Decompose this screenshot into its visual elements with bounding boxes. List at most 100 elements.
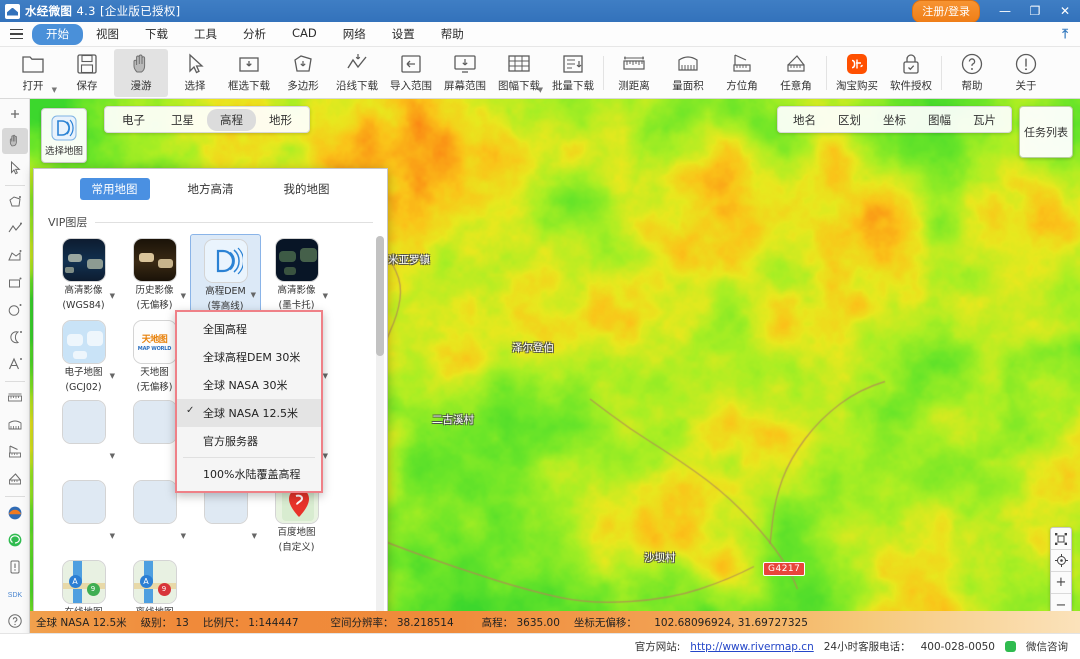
minimize-button[interactable]: — bbox=[990, 0, 1020, 22]
task-list-button[interactable]: 任务列表 bbox=[1019, 106, 1073, 158]
map-layer-tab-地形[interactable]: 地形 bbox=[256, 109, 305, 131]
menu-item-6[interactable]: 网络 bbox=[330, 24, 379, 45]
chevron-down-icon[interactable]: ▼ bbox=[538, 86, 543, 94]
ribbon-button-多边形[interactable]: 多边形 bbox=[276, 49, 330, 97]
ribbon-button-图幅下载[interactable]: 图幅下载 ▼ bbox=[492, 49, 546, 97]
ribbon-button-量面积[interactable]: 量面积 bbox=[661, 49, 715, 97]
left-tool-circle-shape-icon[interactable] bbox=[2, 297, 28, 323]
ribbon-button-任意角[interactable]: 任意角 bbox=[769, 49, 823, 97]
map-annotation-tab-地名[interactable]: 地名 bbox=[782, 109, 827, 131]
ribbon-button-淘宝购买[interactable]: 淘宝购买 bbox=[830, 49, 884, 97]
chevron-down-icon[interactable]: ▼ bbox=[110, 452, 115, 460]
chevron-down-icon[interactable]: ▼ bbox=[110, 532, 115, 540]
hamburger-icon[interactable] bbox=[0, 28, 32, 40]
ribbon-button-批量下载[interactable]: 批量下载 bbox=[546, 49, 600, 97]
left-tool-measure-area-icon[interactable] bbox=[2, 412, 28, 438]
ribbon-button-帮助[interactable]: 帮助 bbox=[945, 49, 999, 97]
layer-tile-hidden-layer-icon[interactable]: ▼ bbox=[48, 396, 119, 476]
panel-scrollbar[interactable] bbox=[376, 236, 384, 656]
chevron-down-icon[interactable]: ▼ bbox=[323, 372, 328, 380]
layer-tile-hidden-layer-icon[interactable]: ▼ bbox=[48, 476, 119, 556]
maximize-button[interactable]: ❐ bbox=[1020, 0, 1050, 22]
map-layer-tab-高程[interactable]: 高程 bbox=[207, 108, 256, 131]
menu-item-1[interactable]: 视图 bbox=[83, 24, 132, 45]
panel-scrollbar-thumb[interactable] bbox=[376, 236, 384, 356]
layer-tile-高清影像[interactable]: 高清影像 (WGS84) ▼ bbox=[48, 234, 119, 316]
left-tool-any-angle-icon[interactable] bbox=[2, 466, 28, 492]
ribbon-button-打开[interactable]: 打开 ▼ bbox=[6, 49, 60, 97]
chevron-down-icon[interactable]: ▼ bbox=[181, 532, 186, 540]
login-register-button[interactable]: 注册/登录 bbox=[912, 0, 980, 23]
left-tool-polyline-shape-icon[interactable] bbox=[2, 216, 28, 242]
chevron-down-icon[interactable]: ▼ bbox=[252, 532, 257, 540]
left-tool-text-label-icon[interactable] bbox=[2, 351, 28, 377]
dropdown-item-1[interactable]: 全球高程DEM 30米 bbox=[177, 343, 321, 371]
menu-item-4[interactable]: 分析 bbox=[230, 24, 279, 45]
chevron-down-icon[interactable]: ▼ bbox=[110, 372, 115, 380]
ribbon-button-软件授权[interactable]: 软件授权 bbox=[884, 49, 938, 97]
panel-tab-地方高清[interactable]: 地方高清 bbox=[176, 178, 246, 200]
left-tool-mobile-device-icon[interactable] bbox=[2, 554, 28, 580]
left-tool-pin-collapse-icon[interactable] bbox=[2, 101, 28, 127]
ribbon-button-选择[interactable]: 选择 bbox=[168, 49, 222, 97]
menu-item-5[interactable]: CAD bbox=[279, 24, 330, 45]
footer-site-link[interactable]: http://www.rivermap.cn bbox=[690, 641, 813, 653]
map-annotation-tab-区划[interactable]: 区划 bbox=[827, 109, 872, 131]
dropdown-item-0[interactable]: 全国高程 bbox=[177, 315, 321, 343]
ribbon-button-保存[interactable]: 保存 bbox=[60, 49, 114, 97]
menu-item-2[interactable]: 下载 bbox=[132, 24, 181, 45]
layer-tile-电子地图[interactable]: 电子地图 (GCJ02) ▼ bbox=[48, 316, 119, 396]
left-tool-hand-pan-icon[interactable] bbox=[1, 128, 28, 154]
map-annotation-tab-瓦片[interactable]: 瓦片 bbox=[962, 109, 1007, 131]
chevron-down-icon[interactable]: ▼ bbox=[52, 86, 57, 94]
ribbon-button-测距离[interactable]: 测距离 bbox=[607, 49, 661, 97]
left-tool-question-help-icon[interactable] bbox=[2, 608, 28, 634]
select-map-button[interactable]: 选择地图 bbox=[41, 108, 87, 163]
dropdown-item-2[interactable]: 全球 NASA 30米 bbox=[177, 371, 321, 399]
left-tool-sdk-icon[interactable]: SDK bbox=[2, 581, 28, 607]
panel-tab-我的地图[interactable]: 我的地图 bbox=[272, 178, 342, 200]
fit-extent-icon[interactable] bbox=[1051, 528, 1071, 550]
ribbon-button-沿线下载[interactable]: 沿线下载 bbox=[330, 49, 384, 97]
chevron-down-icon[interactable]: ▼ bbox=[323, 292, 328, 300]
left-tool-measure-distance-icon[interactable] bbox=[2, 385, 28, 411]
map-annotation-tab-图幅[interactable]: 图幅 bbox=[917, 109, 962, 131]
dropdown-item-4[interactable]: 官方服务器 bbox=[177, 427, 321, 455]
ribbon-button-漫游[interactable]: 漫游 bbox=[114, 48, 168, 97]
left-tool-azimuth-icon[interactable] bbox=[2, 439, 28, 465]
ribbon-button-关于[interactable]: 关于 bbox=[999, 49, 1053, 97]
left-tool-arc-shape-icon[interactable] bbox=[2, 324, 28, 350]
close-button[interactable]: ✕ bbox=[1050, 0, 1080, 22]
layer-tile-历史影像[interactable]: 历史影像 (无偏移) ▼ bbox=[119, 234, 190, 316]
panel-tab-常用地图[interactable]: 常用地图 bbox=[79, 178, 150, 200]
chevron-down-icon[interactable]: ▼ bbox=[181, 292, 186, 300]
ribbon-button-屏幕范围[interactable]: 屏幕范围 bbox=[438, 49, 492, 97]
left-tool-polygon-shape-icon[interactable] bbox=[2, 189, 28, 215]
dropdown-item-3[interactable]: ✓ 全球 NASA 12.5米 bbox=[177, 399, 321, 427]
ribbon-button-导入范围[interactable]: 导入范围 bbox=[384, 49, 438, 97]
left-tool-taobao-icon[interactable] bbox=[2, 500, 28, 526]
map-annotation-tab-坐标[interactable]: 坐标 bbox=[872, 109, 917, 131]
ribbon-button-框选下载[interactable]: 框选下载 bbox=[222, 49, 276, 97]
chevron-down-icon[interactable]: ▼ bbox=[251, 291, 256, 299]
zoom-in-icon[interactable]: + bbox=[1051, 572, 1071, 594]
ribbon-button-方位角[interactable]: 方位角 bbox=[715, 49, 769, 97]
chevron-up-icon[interactable]: ⤒ bbox=[1062, 27, 1068, 42]
left-tool-cursor-arrow-icon[interactable] bbox=[2, 155, 28, 181]
left-tool-freehand-shape-icon[interactable] bbox=[2, 243, 28, 269]
menu-item-3[interactable]: 工具 bbox=[181, 24, 230, 45]
crosshair-center-icon[interactable] bbox=[1051, 550, 1071, 572]
menu-item-0[interactable]: 开始 bbox=[32, 23, 83, 45]
footer-wechat-label[interactable]: 微信咨询 bbox=[1026, 639, 1068, 654]
chevron-down-icon[interactable]: ▼ bbox=[110, 292, 115, 300]
layer-tile-高清影像[interactable]: 高清影像 (墨卡托) ▼ bbox=[261, 234, 332, 316]
dropdown-item-5[interactable]: 100%水陆覆盖高程 bbox=[177, 460, 321, 488]
chevron-down-icon[interactable]: ▼ bbox=[323, 452, 328, 460]
map-layer-tab-电子[interactable]: 电子 bbox=[109, 109, 158, 131]
menu-item-7[interactable]: 设置 bbox=[379, 24, 428, 45]
map-layer-tab-卫星[interactable]: 卫星 bbox=[158, 109, 207, 131]
layer-tile-高程DEM[interactable]: 高程DEM (等高线) ▼ bbox=[190, 234, 261, 316]
left-tool-rectangle-shape-icon[interactable] bbox=[2, 270, 28, 296]
menu-item-8[interactable]: 帮助 bbox=[428, 24, 477, 45]
left-tool-wechat-icon[interactable] bbox=[2, 527, 28, 553]
